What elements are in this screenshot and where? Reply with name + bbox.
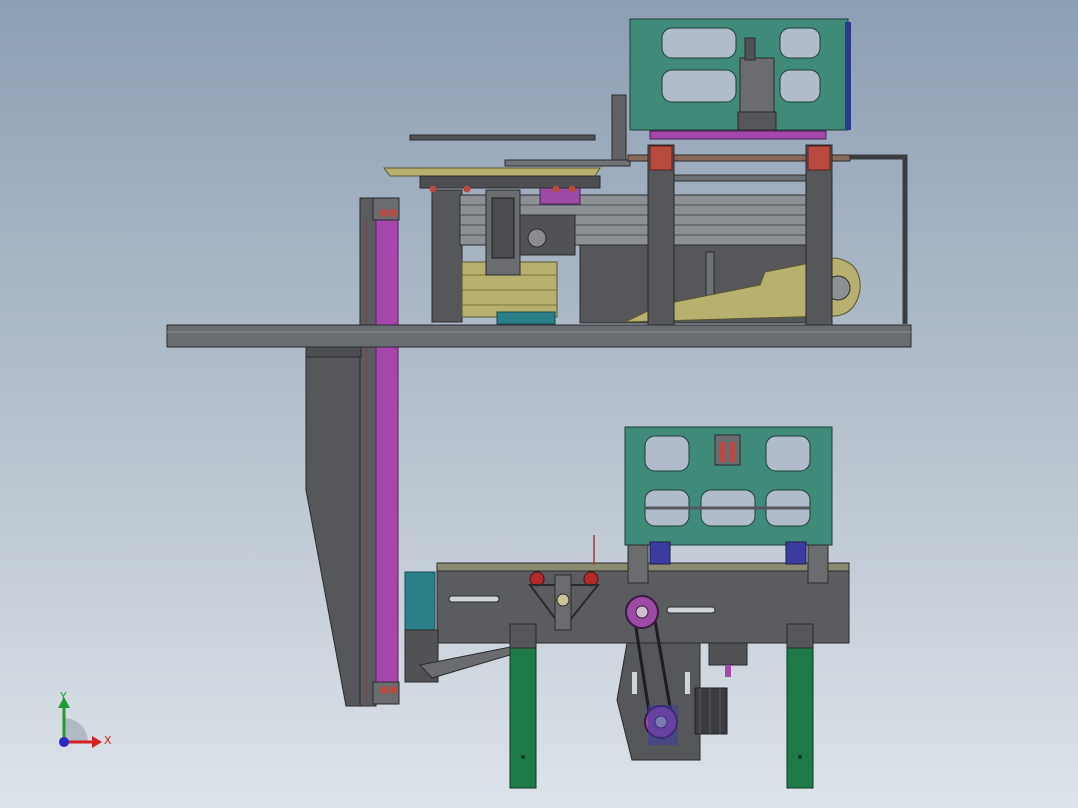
gripper-head (739, 57, 775, 114)
ledge-bolt (463, 185, 471, 193)
leg-clamp (649, 145, 673, 171)
leg-clamp (807, 145, 831, 171)
leg-bracket (509, 623, 537, 649)
mount-slot (632, 672, 637, 694)
red-roller (529, 571, 545, 587)
frame-window (779, 69, 821, 103)
column-top-bolt (389, 209, 397, 217)
frame-window (661, 27, 737, 59)
magenta-pin (725, 665, 731, 677)
conveyor-sub-block (708, 642, 748, 666)
mount-slot (685, 672, 690, 694)
teal-coupling (496, 311, 556, 325)
conveyor-teal-motor (404, 571, 436, 633)
blue-clamp (785, 541, 807, 565)
vertical-lift-column[interactable] (305, 197, 400, 707)
assembly-drawing: Y X (58, 18, 912, 789)
upper-frame-edge (845, 22, 851, 130)
frame-window (644, 435, 690, 472)
ledge-bolt (552, 185, 560, 193)
main-base-plate[interactable] (166, 324, 912, 358)
olive-ledge (383, 167, 601, 177)
column-bottom-bolt (389, 686, 397, 694)
support-leg-left (509, 623, 537, 789)
z-axis-dot (59, 737, 69, 747)
gripper-bore (527, 228, 547, 248)
frame-window (765, 435, 811, 472)
conveyor-slot (666, 606, 716, 614)
thin-plate (504, 159, 631, 167)
upper-frame-leg (805, 144, 833, 326)
gripper-finger (730, 442, 735, 462)
leg-bolt (521, 755, 525, 759)
lower-gantry-frame[interactable] (624, 426, 833, 584)
blue-clamp (649, 541, 671, 565)
column-top-cap (372, 197, 400, 221)
conveyor-slot (448, 595, 500, 603)
frame-window (779, 27, 821, 59)
tensioner-pulley (556, 593, 570, 607)
slide-left-block (431, 189, 463, 323)
triad-plane (64, 718, 88, 742)
cad-viewport[interactable]: Y X (0, 0, 1078, 808)
magenta-crossbar (649, 130, 827, 140)
ledge-bolt (429, 185, 437, 193)
base-plate-bracket (305, 346, 362, 358)
gripper-finger (720, 442, 725, 462)
x-arrowhead (92, 736, 102, 748)
red-roller (583, 571, 599, 587)
frame-window (661, 69, 737, 103)
x-axis-label: X (104, 734, 112, 747)
base-plate-top (166, 324, 912, 348)
ledge-bolt (568, 185, 576, 193)
lower-frame-foot (807, 544, 829, 584)
leg-bolt (798, 755, 802, 759)
column-bottom-bolt (380, 686, 388, 694)
blue-motor-flange (648, 705, 678, 745)
gripper-cylinder (744, 37, 756, 61)
column-side-plate (305, 344, 361, 707)
lower-frame-foot (627, 544, 649, 584)
column-top-bolt (380, 209, 388, 217)
drive-pulley-hub (635, 605, 649, 619)
lower-gripper (714, 434, 741, 466)
y-axis-label: Y (59, 690, 67, 703)
frame-crossmember (673, 174, 807, 182)
coordinate-triad: Y X (58, 690, 112, 748)
z-carriage-slot (491, 197, 515, 259)
magenta-lift-rod (375, 209, 399, 701)
gripper-jaw (737, 111, 777, 131)
thin-plate (409, 134, 596, 141)
column-rail (359, 197, 377, 707)
vertical-plate (611, 94, 627, 161)
leg-bracket (786, 623, 814, 649)
support-leg-right (786, 623, 814, 789)
upper-frame-leg (647, 144, 675, 326)
